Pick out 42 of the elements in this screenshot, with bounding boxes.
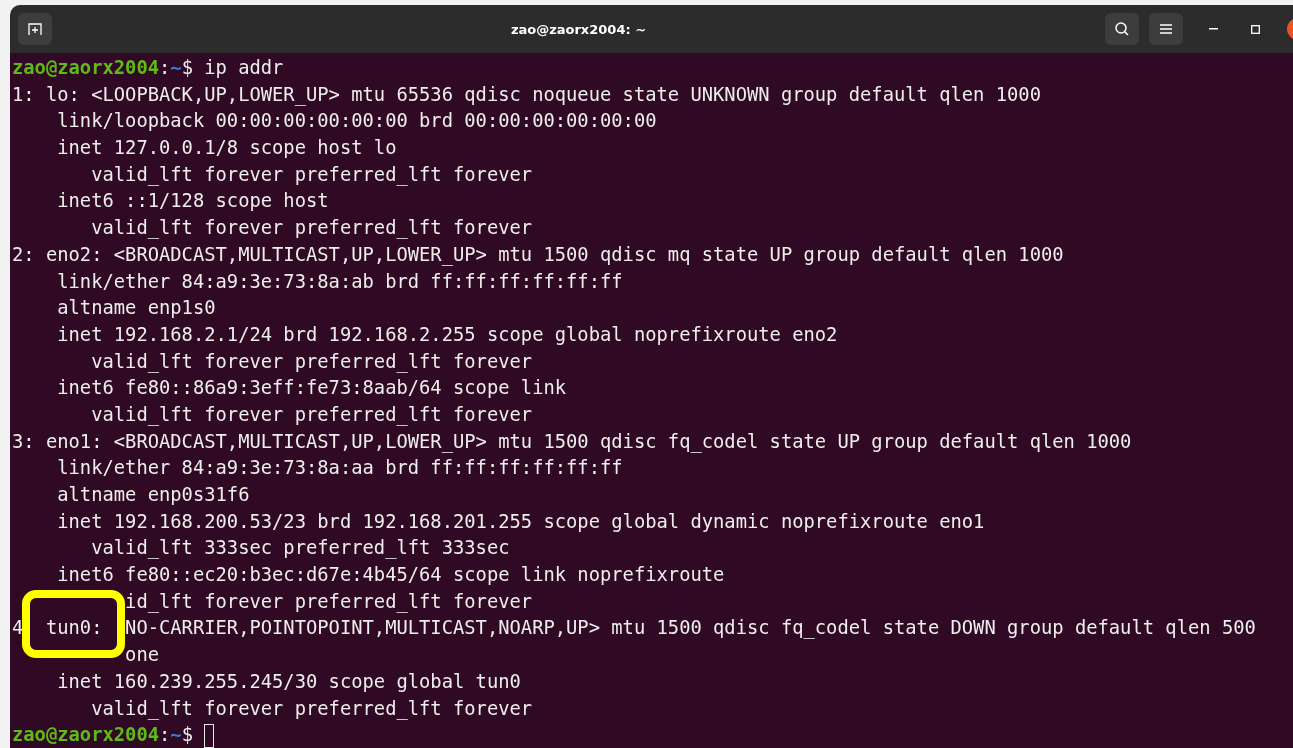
output-line: 4 tun0: NO-CARRIER,POINTOPOINT,MULTICAST,NOARP,UP> mtu 1500 qdisc fq_codel state DOWN group default qlen 500 (12, 617, 1256, 639)
prompt-path: ~ (170, 57, 182, 78)
menu-icon (1160, 24, 1172, 34)
maximize-icon (1250, 24, 1260, 34)
output-line: altname enp0s31f6 (56, 484, 250, 505)
output-line: inet6 fe80::86a9:3eff:fe73:8aab/64 scope link (56, 377, 567, 399)
output-line: valid_lft forever preferred_lft forever (90, 217, 533, 239)
output-line: link/ether 84:a9:3e:73:8a:aa brd ff:ff:ff:ff:ff:ff (56, 457, 623, 479)
prompt-symbol: $ (181, 57, 193, 78)
output-line: inet 160.239.255.245/30 scope global tun0 (56, 670, 521, 692)
output-line: inet 192.168.2.1/24 brd 192.168.2.255 scope global noprefixroute eno2 (56, 323, 838, 345)
new-tab-button[interactable] (18, 13, 52, 45)
search-icon (1114, 21, 1130, 37)
output-line: valid_lft forever preferred_lft forever (90, 163, 533, 185)
prompt-symbol: $ (181, 724, 193, 746)
output-line: link/loopback 00:00:00:00:00:00 brd 00:00:00:00:00:00 (56, 110, 657, 132)
output-line: valid_lft forever preferred_lft forever (90, 403, 533, 425)
minimize-icon (1208, 28, 1218, 30)
output-line: one (124, 644, 159, 666)
window-title: zao@zaorx2004: ~ (509, 21, 648, 37)
output-line: valid_lft 333sec preferred_lft 333sec (90, 537, 510, 559)
output-line: 2: eno2: <BROADCAST,MULTICAST,UP,LOWER_UP> mtu 1500 qdisc mq state UP group default qlen 1000 (12, 243, 1064, 265)
menu-button[interactable] (1149, 13, 1183, 45)
command-text: ip addr (203, 57, 284, 78)
output-line: inet 192.168.200.53/23 brd 192.168.201.255 scope global dynamic noprefixroute eno1 (56, 510, 985, 532)
output-line: altname enp1s0 (56, 297, 216, 319)
output-line: 3: eno1: <BROADCAST,MULTICAST,UP,LOWER_UP> mtu 1500 qdisc fq_codel state UP group default qlen 1000 (12, 430, 1132, 452)
prompt-user: zao@zaorx2004 (12, 57, 159, 78)
output-line: 1: lo: <LOOPBACK,UP,LOWER_UP> mtu 65536 qdisc noqueue state UNKNOWN group default qlen 1000 (12, 83, 1041, 105)
prompt-separator: : (159, 57, 171, 78)
prompt-path: ~ (170, 724, 182, 746)
search-button[interactable] (1105, 13, 1139, 45)
new-tab-icon (27, 21, 43, 37)
output-line: id_lft forever preferred_lft forever (124, 590, 533, 612)
output-line: valid_lft forever preferred_lft forever (90, 350, 533, 372)
output-line: inet6 ::1/128 scope host (56, 190, 329, 212)
output-line: inet6 fe80::ec20:b3ec:d67e:4b45/64 scope link noprefixroute (56, 564, 725, 586)
prompt-user: zao@zaorx2004 (12, 724, 159, 746)
output-line: valid_lft forever preferred_lft forever (90, 697, 533, 719)
prompt-separator: : (159, 724, 171, 746)
output-line: link/ether 84:a9:3e:73:8a:ab brd ff:ff:ff:ff:ff:ff (56, 270, 623, 292)
output-line: inet 127.0.0.1/8 scope host lo (56, 137, 397, 159)
